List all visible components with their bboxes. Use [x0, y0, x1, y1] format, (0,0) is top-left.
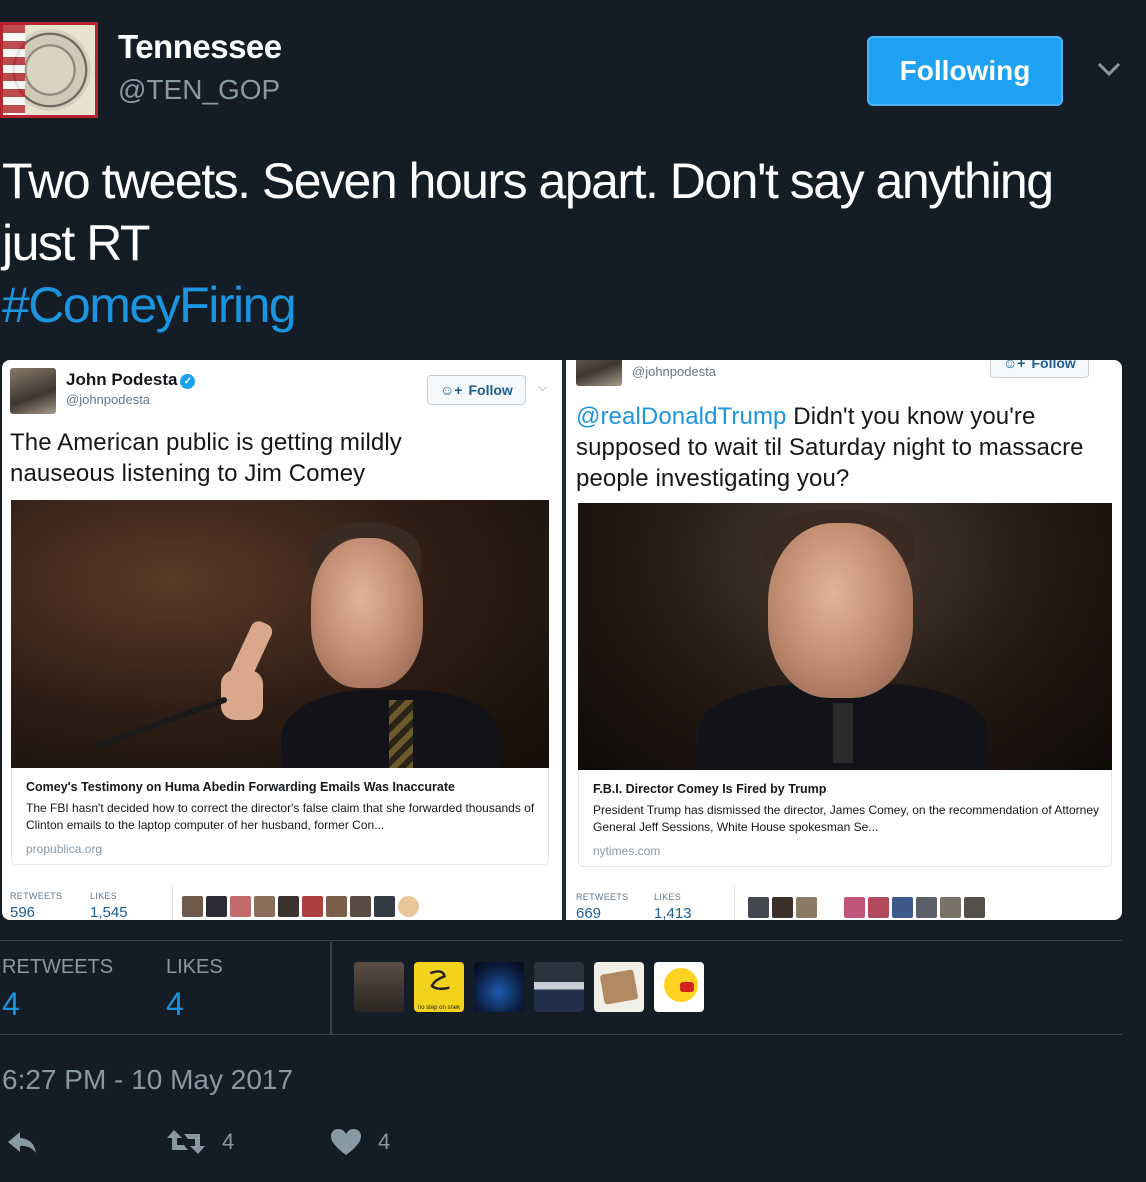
embedded-tweet-left: John Podesta ✓ @johnpodesta ☺+ Follow ⌵ Th…	[2, 360, 562, 920]
author-avatar[interactable]	[0, 22, 98, 118]
embedded-tweet-text: @realDonaldTrump Didn't you know you're …	[576, 403, 1084, 492]
liker-avatars: no step on snek	[354, 962, 704, 1012]
like-button[interactable]: 4	[330, 1128, 390, 1156]
card-domain: nytimes.com	[593, 844, 661, 858]
likes-label: LIKES	[654, 892, 682, 902]
likes-label[interactable]: LIKES	[166, 956, 223, 979]
retweets-count: 669	[576, 905, 602, 920]
liker-avatar	[398, 896, 419, 917]
retweet-count: 4	[222, 1129, 235, 1154]
liker-avatar	[916, 897, 937, 918]
following-button[interactable]: Following	[867, 36, 1063, 106]
heart-icon	[331, 1129, 361, 1155]
liker-avatar	[940, 897, 961, 918]
retweets-label: RETWEETS	[576, 892, 629, 902]
liker-avatar[interactable]	[354, 962, 404, 1012]
retweets-count[interactable]: 4	[2, 986, 20, 1023]
reply-icon	[8, 1132, 36, 1153]
add-user-icon: ☺+	[440, 382, 463, 398]
liker-avatar	[230, 896, 251, 917]
liker-avatar[interactable]: no step on snek	[414, 962, 464, 1012]
retweet-icon	[167, 1130, 205, 1154]
author-handle[interactable]: @TEN_GOP	[118, 74, 280, 106]
liker-avatars	[748, 897, 985, 918]
embedded-author-handle: @johnpodesta	[632, 364, 717, 379]
liker-avatar	[182, 896, 203, 917]
chevron-down-icon: ⌵	[538, 380, 548, 394]
tweet-text: Two tweets. Seven hours apart. Don't say…	[2, 150, 1122, 336]
author-display-name[interactable]: Tennessee	[118, 28, 282, 66]
divider	[0, 1034, 1122, 1035]
divider	[330, 942, 332, 1034]
card-description: The FBI hasn't decided how to correct th…	[26, 801, 535, 832]
podesta-avatar	[10, 368, 56, 414]
retweets-label[interactable]: RETWEETS	[2, 956, 113, 979]
liker-avatar	[892, 897, 913, 918]
liker-avatar	[350, 896, 371, 917]
embedded-follow-button: ☺+ Follow	[990, 360, 1089, 378]
liker-avatar	[302, 896, 323, 917]
embedded-follow-button: ☺+ Follow	[427, 375, 526, 405]
card-title: F.B.I. Director Comey Is Fired by Trump	[593, 782, 827, 796]
reply-button[interactable]	[6, 1128, 38, 1156]
hashtag-link[interactable]: #ComeyFiring	[2, 274, 1122, 336]
retweets-count: 596	[10, 904, 36, 920]
comey-photo	[11, 500, 549, 768]
embedded-author-name: John Podesta ✓	[66, 370, 196, 390]
like-count: 4	[378, 1129, 391, 1154]
retweet-button[interactable]: 4	[166, 1128, 234, 1156]
divider	[172, 884, 173, 920]
podesta-avatar	[576, 360, 622, 386]
tweet-actions: 4 4	[0, 1124, 600, 1168]
chevron-down-icon[interactable]	[1096, 56, 1122, 82]
card-description: President Trump has dismissed the direct…	[593, 803, 1100, 834]
liker-avatar	[278, 896, 299, 917]
liker-avatar[interactable]	[654, 962, 704, 1012]
liker-avatar	[772, 897, 793, 918]
liker-avatar	[868, 897, 889, 918]
liker-avatar	[326, 896, 347, 917]
liker-avatar	[796, 897, 817, 918]
tweet-image[interactable]: John Podesta ✓ @johnpodesta ☺+ Follow ⌵ Th…	[2, 360, 1122, 920]
likes-count: 1,413	[654, 905, 692, 920]
liker-avatar	[748, 897, 769, 918]
liker-avatar[interactable]	[534, 962, 584, 1012]
liker-avatars	[182, 896, 419, 917]
liker-caption: no step on snek	[417, 1005, 461, 1011]
liker-avatar	[254, 896, 275, 917]
link-card: F.B.I. Director Comey Is Fired by Trump …	[578, 770, 1112, 867]
link-card: Comey's Testimony on Huma Abedin Forward…	[11, 768, 549, 865]
tweet-body: Two tweets. Seven hours apart. Don't say…	[2, 153, 1054, 271]
embedded-tweet-right: @johnpodesta ☺+ Follow @realDonaldTrump D…	[566, 360, 1122, 920]
tweet-timestamp[interactable]: 6:27 PM - 10 May 2017	[2, 1064, 293, 1096]
embedded-author-handle: @johnpodesta	[66, 392, 151, 407]
embedded-tweet-text: The American public is getting mildly na…	[10, 429, 402, 487]
retweets-label: RETWEETS	[10, 891, 63, 901]
liker-avatar	[844, 897, 865, 918]
divider	[0, 940, 1122, 941]
liker-avatar	[820, 897, 841, 918]
card-title: Comey's Testimony on Huma Abedin Forward…	[26, 780, 455, 794]
card-domain: propublica.org	[26, 842, 103, 856]
liker-avatar	[206, 896, 227, 917]
liker-avatar[interactable]	[474, 962, 524, 1012]
flag-image	[3, 25, 25, 115]
liker-avatar[interactable]	[594, 962, 644, 1012]
comey-photo	[578, 503, 1112, 770]
likes-count[interactable]: 4	[166, 986, 184, 1023]
liker-avatar	[374, 896, 395, 917]
snake-icon	[429, 970, 450, 991]
liker-avatar	[964, 897, 985, 918]
mention-link: @realDonaldTrump	[576, 403, 787, 430]
divider	[734, 884, 735, 920]
add-user-icon: ☺+	[1003, 360, 1026, 371]
likes-label: LIKES	[90, 891, 118, 901]
likes-count: 1,545	[90, 904, 128, 920]
verified-badge-icon: ✓	[180, 374, 196, 389]
